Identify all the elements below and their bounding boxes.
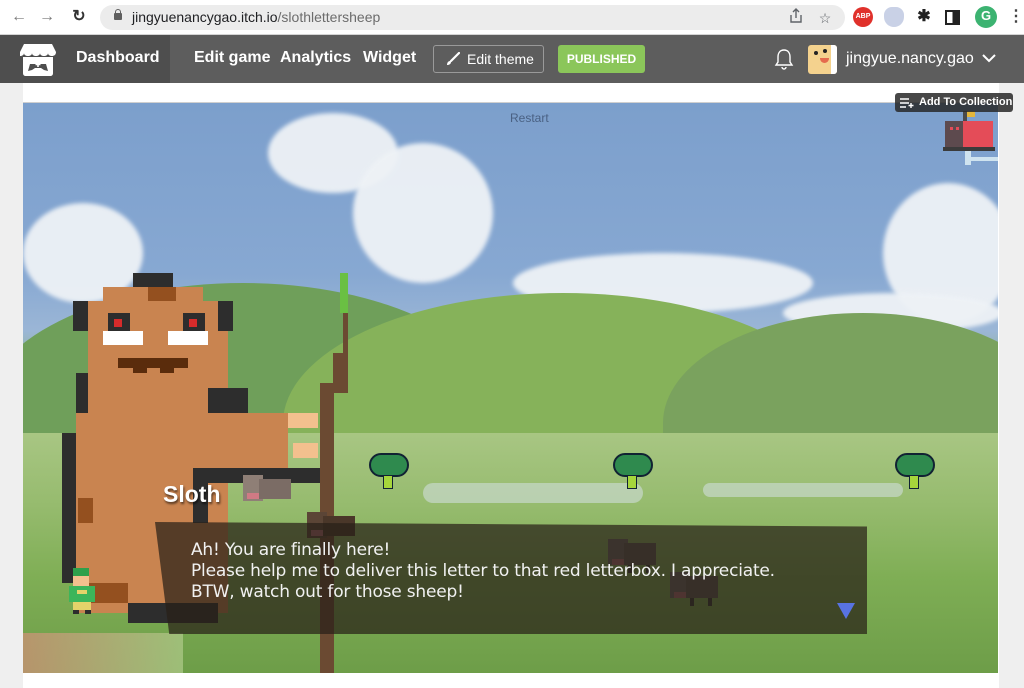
url-path: /slothlettersheep <box>277 9 381 25</box>
dialog-speaker-name: Sloth <box>163 481 221 507</box>
browser-toolbar: ← → ↻ jingyuenancygao.itch.io/slothlette… <box>0 0 1024 35</box>
extensions-puzzle-icon[interactable]: ✱ <box>914 7 934 27</box>
adblock-extension-icon[interactable]: ABP <box>853 7 873 27</box>
dialog-line: Ah! You are finally here! <box>191 540 391 560</box>
broccoli-sprite <box>369 453 409 491</box>
itch-logo-icon[interactable] <box>20 42 56 76</box>
url-host: jingyuenancygao.itch.io <box>132 9 278 25</box>
url-text[interactable]: jingyuenancygao.itch.io/slothlettersheep <box>132 9 380 25</box>
cloud <box>353 143 493 283</box>
dashboard-link[interactable]: Dashboard <box>76 49 160 67</box>
privacy-shield-extension-icon[interactable] <box>884 7 904 27</box>
published-status-button[interactable]: PUBLISHED <box>558 45 645 73</box>
reload-button[interactable]: ↻ <box>68 6 90 28</box>
add-to-collection-button[interactable]: Add To Collection <box>895 93 1013 112</box>
dialog-next-arrow-icon[interactable] <box>837 603 855 619</box>
add-to-collection-label: Add To Collection <box>919 96 1013 108</box>
user-avatar[interactable] <box>808 45 837 74</box>
profile-avatar-icon[interactable]: G <box>975 6 997 28</box>
share-icon[interactable] <box>786 8 806 28</box>
red-letterbox-sprite <box>943 111 998 165</box>
side-panel-icon[interactable] <box>945 10 960 25</box>
forward-button[interactable]: → <box>36 6 58 28</box>
edit-game-link[interactable]: Edit game <box>194 49 270 67</box>
bookmark-star-icon[interactable]: ☆ <box>815 8 835 28</box>
back-button[interactable]: ← <box>8 6 30 28</box>
chevron-down-icon[interactable] <box>980 49 998 67</box>
edit-theme-label: Edit theme <box>467 51 534 67</box>
lock-icon <box>114 9 122 20</box>
pond <box>703 483 903 497</box>
username-label[interactable]: jingyue.nancy.gao <box>846 50 974 68</box>
rocky-ground <box>23 633 183 673</box>
broccoli-sprite <box>895 453 935 491</box>
analytics-link[interactable]: Analytics <box>280 49 351 67</box>
notification-bell-icon[interactable] <box>774 48 794 70</box>
paintbrush-icon <box>447 52 460 65</box>
dialog-line: BTW, watch out for those sheep! <box>191 582 464 602</box>
add-list-icon <box>900 98 914 108</box>
sheep-sprite <box>243 475 291 501</box>
address-bar[interactable]: jingyuenancygao.itch.io/slothlettersheep… <box>100 5 845 30</box>
widget-link[interactable]: Widget <box>363 49 416 67</box>
broccoli-sprite <box>613 453 653 491</box>
pond <box>423 483 643 503</box>
itch-header: Dashboard Edit game Analytics Widget Edi… <box>0 35 1024 83</box>
edit-theme-button[interactable]: Edit theme <box>433 45 544 73</box>
player-character-sprite <box>69 568 95 614</box>
restart-button[interactable]: Restart <box>510 111 549 125</box>
browser-menu-icon[interactable]: ⋮ <box>1008 6 1024 28</box>
dialog-line: Please help me to deliver this letter to… <box>191 561 775 581</box>
